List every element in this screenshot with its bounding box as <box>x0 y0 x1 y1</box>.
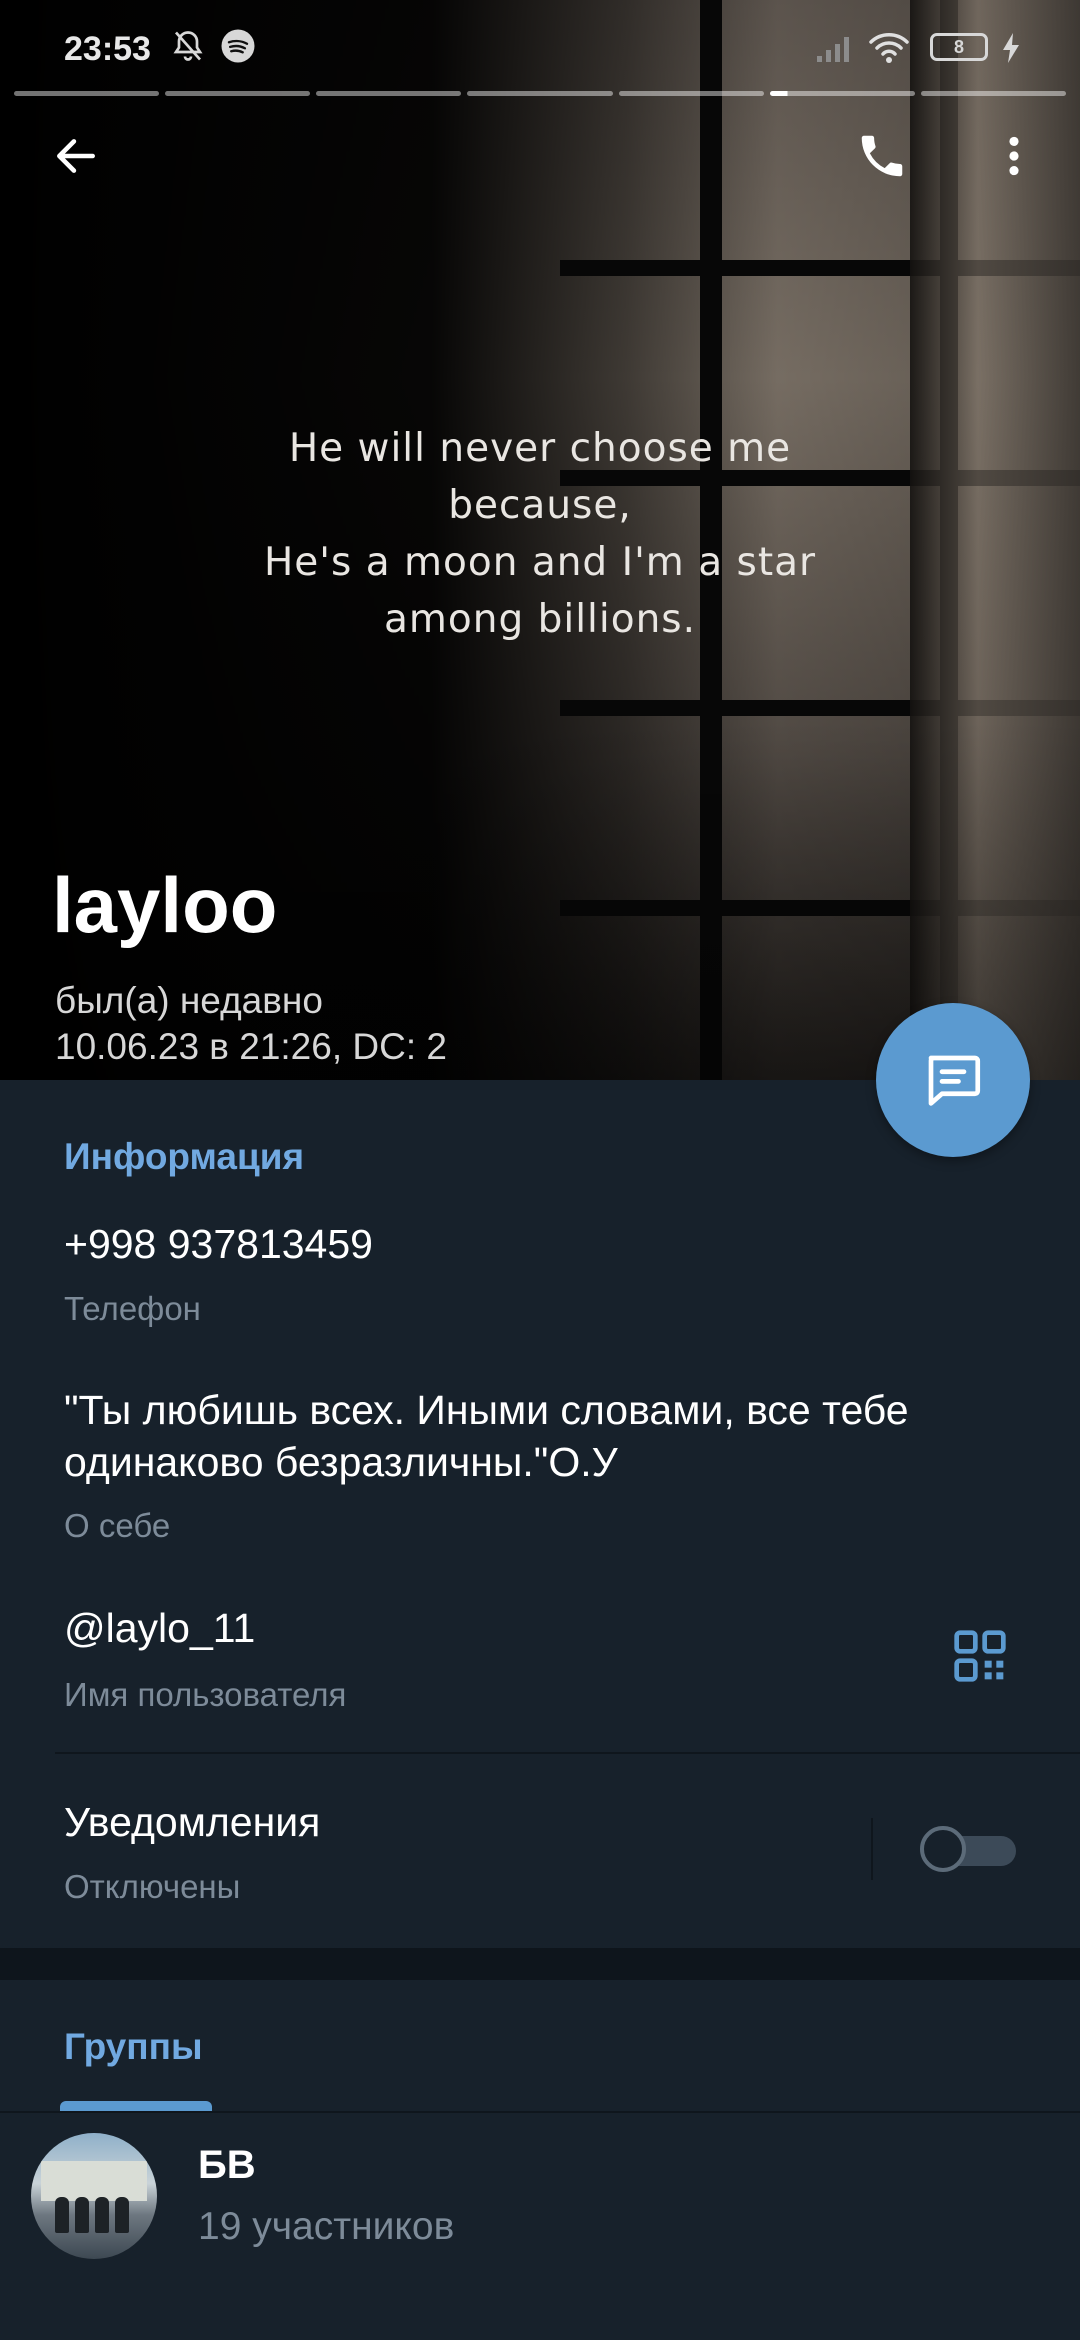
username-value: @laylo_11 <box>64 1605 256 1651</box>
story-progress <box>14 91 1066 96</box>
avatar-figure <box>95 2197 109 2233</box>
phone-value: +998 937813459 <box>64 1221 373 1267</box>
section-gap <box>0 1948 1080 1980</box>
phone-label: Телефон <box>64 1290 201 1327</box>
quote-line: because, <box>448 483 632 528</box>
story-segment <box>467 91 613 96</box>
avatar-figure <box>115 2197 129 2233</box>
group-name: БВ <box>198 2143 256 2187</box>
profile-last-seen: был(а) недавно 10.06.23 в 21:26, DC: 2 <box>55 978 447 1070</box>
status-bar: 23:53 8 <box>0 0 1080 90</box>
arrow-left-icon <box>57 139 95 173</box>
notifications-status: Отключены <box>64 1868 241 1905</box>
profile-name: layloo <box>52 861 278 949</box>
quote-line: among billions. <box>383 597 696 642</box>
avatar-figure <box>75 2197 89 2233</box>
last-seen-line: был(а) недавно <box>55 980 323 1021</box>
story-segment <box>618 91 764 96</box>
toggle-knob <box>920 1826 966 1872</box>
toggle-separator <box>871 1818 873 1880</box>
back-button[interactable] <box>36 116 116 196</box>
status-time: 23:53 <box>64 30 151 68</box>
battery-level: 8 <box>953 36 964 57</box>
more-vertical-icon <box>1009 136 1019 176</box>
story-segment-active <box>769 91 915 96</box>
notifications-toggle[interactable] <box>920 1826 1016 1872</box>
bell-off-icon <box>173 31 203 61</box>
story-segment <box>165 91 311 96</box>
signal-icon <box>817 37 849 62</box>
group-members: 19 участников <box>198 2205 455 2248</box>
bio-line: одинаково безразличны."О.У <box>64 1439 618 1485</box>
quote-line: He will never choose me <box>288 426 792 471</box>
groups-tab[interactable]: Группы <box>64 2026 203 2068</box>
avatar-building <box>41 2161 147 2201</box>
bio-value: "Ты любишь всех. Иными словами, все тебе… <box>64 1384 909 1488</box>
profile-header: 23:53 8 He will never choose me because,… <box>0 0 1080 1080</box>
more-menu-button[interactable] <box>974 116 1054 196</box>
divider <box>55 1752 1080 1754</box>
username-label: Имя пользователя <box>64 1676 347 1713</box>
charging-icon <box>1003 33 1019 63</box>
group-list-item[interactable]: БВ 19 участников <box>0 2113 1080 2283</box>
info-section-title: Информация <box>64 1136 305 1177</box>
phone-icon <box>861 135 903 177</box>
group-avatar <box>31 2133 157 2259</box>
send-message-button[interactable] <box>876 1003 1030 1157</box>
bio-label: О себе <box>64 1507 171 1544</box>
tab-indicator <box>60 2101 212 2111</box>
story-segment <box>316 91 462 96</box>
avatar-figure <box>55 2197 69 2233</box>
notifications-title: Уведомления <box>64 1799 321 1845</box>
last-seen-details: 10.06.23 в 21:26, DC: 2 <box>55 1026 447 1067</box>
battery-icon: 8 <box>930 33 988 61</box>
qr-code-icon[interactable] <box>952 1628 1008 1684</box>
bio-line: "Ты любишь всех. Иными словами, все тебе <box>64 1387 909 1433</box>
photo-quote: He will never choose me because, He's a … <box>190 420 890 648</box>
message-icon <box>928 1055 981 1106</box>
spotify-icon <box>221 29 255 63</box>
call-button[interactable] <box>842 116 922 196</box>
story-segment <box>14 91 160 96</box>
wifi-icon <box>869 33 909 63</box>
story-segment <box>920 91 1066 96</box>
quote-line: He's a moon and I'm a star <box>263 540 817 585</box>
